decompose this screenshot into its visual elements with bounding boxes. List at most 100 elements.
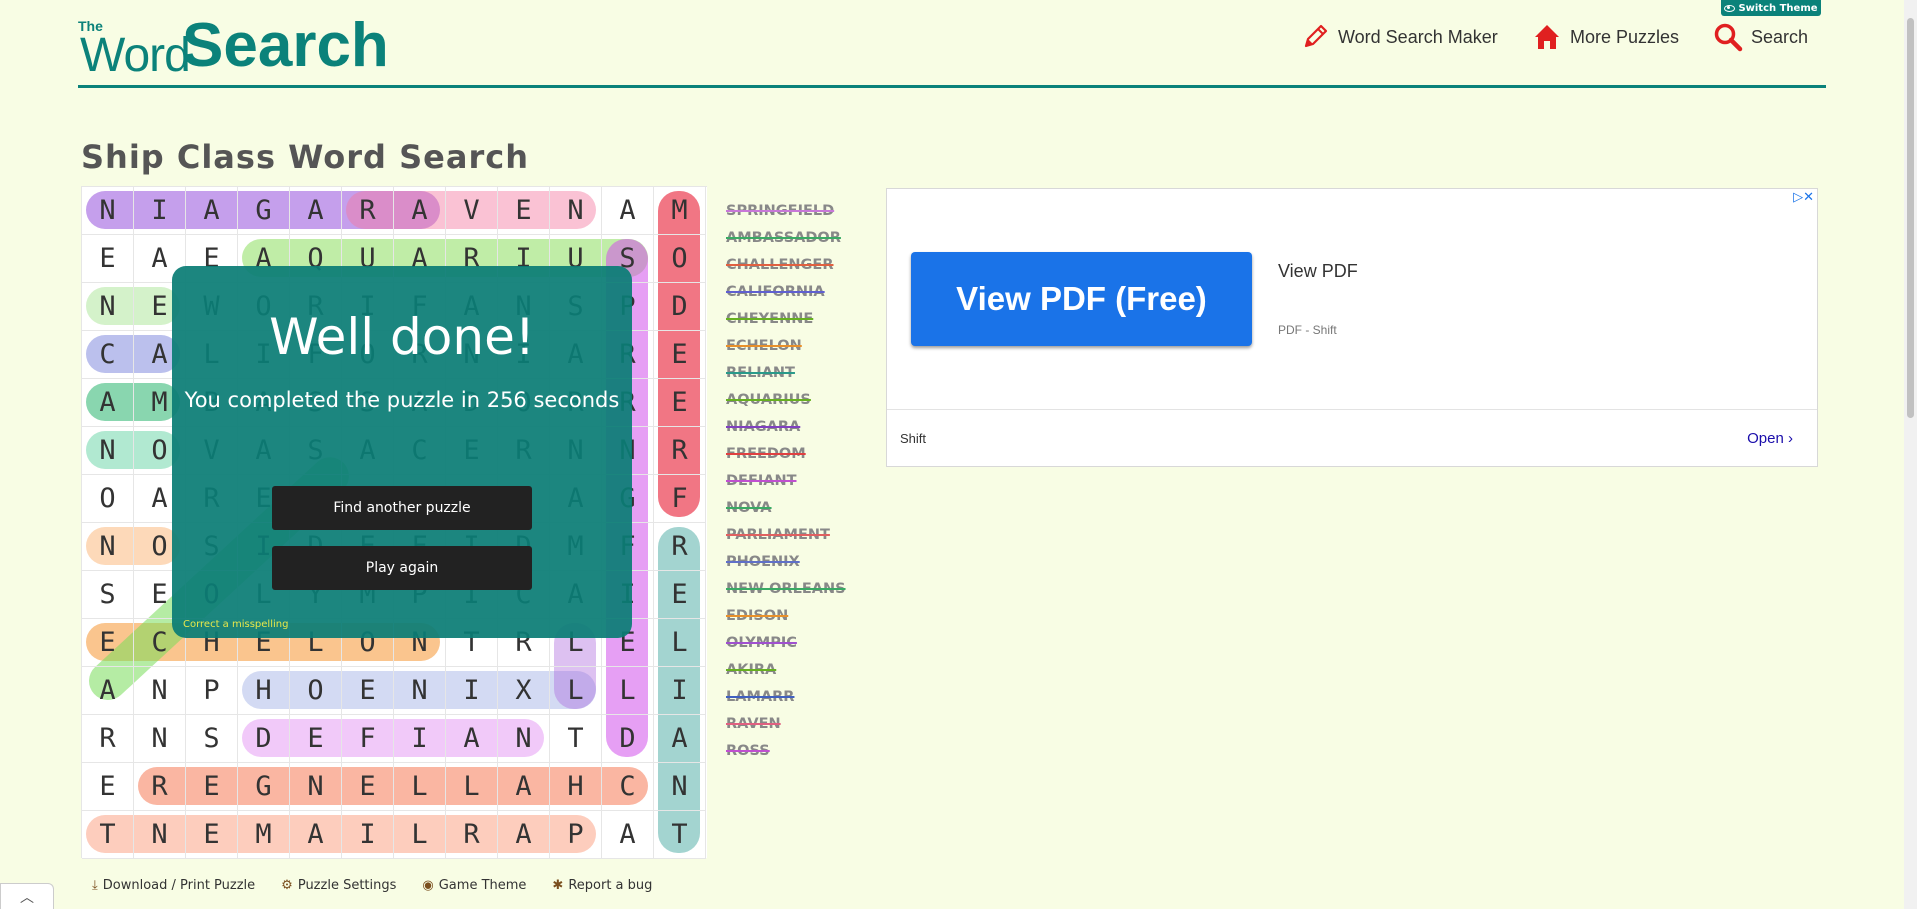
grid-cell[interactable]: A — [654, 715, 706, 763]
game-theme-link[interactable]: ◉ Game Theme — [422, 878, 526, 893]
nav-search[interactable]: Search — [1713, 22, 1808, 52]
grid-cell[interactable]: R — [82, 715, 134, 763]
grid-cell[interactable]: R — [134, 763, 186, 811]
grid-cell[interactable]: A — [498, 811, 550, 859]
grid-cell[interactable]: N — [394, 667, 446, 715]
grid-cell[interactable]: R — [654, 427, 706, 475]
grid-cell[interactable]: R — [654, 523, 706, 571]
grid-cell[interactable]: H — [550, 763, 602, 811]
grid-cell[interactable]: G — [238, 763, 290, 811]
download-print-link[interactable]: ⤓ Download / Print Puzzle — [92, 878, 255, 893]
grid-cell[interactable]: X — [498, 667, 550, 715]
grid-cell[interactable]: R — [446, 811, 498, 859]
ad-open-link[interactable]: Open › — [1747, 430, 1793, 447]
grid-cell[interactable]: R — [342, 187, 394, 235]
grid-cell[interactable]: N — [654, 763, 706, 811]
grid-cell[interactable]: C — [602, 763, 654, 811]
correct-misspelling-link[interactable]: Correct a misspelling — [183, 619, 288, 630]
grid-cell[interactable]: O — [290, 667, 342, 715]
ad-divider — [887, 409, 1817, 410]
grid-cell[interactable]: M — [238, 811, 290, 859]
grid-cell[interactable]: N — [134, 667, 186, 715]
grid-cell[interactable]: E — [186, 811, 238, 859]
grid-cell[interactable]: M — [654, 187, 706, 235]
grid-cell[interactable]: C — [82, 331, 134, 379]
puzzle-settings-link[interactable]: ⚙ Puzzle Settings — [281, 878, 396, 893]
grid-cell[interactable]: O — [82, 475, 134, 523]
grid-cell[interactable]: I — [446, 667, 498, 715]
grid-cell[interactable]: E — [82, 619, 134, 667]
collapse-button[interactable]: ︿ — [0, 883, 54, 909]
grid-cell[interactable]: A — [446, 715, 498, 763]
grid-cell[interactable]: E — [498, 187, 550, 235]
ad-view-pdf-button[interactable]: View PDF (Free) — [911, 252, 1252, 346]
grid-cell[interactable]: N — [82, 427, 134, 475]
grid-cell[interactable]: N — [82, 187, 134, 235]
switch-theme-button[interactable]: Switch Theme — [1721, 0, 1821, 16]
grid-cell[interactable]: S — [82, 571, 134, 619]
grid-cell[interactable]: H — [238, 667, 290, 715]
grid-cell[interactable]: I — [654, 667, 706, 715]
grid-cell[interactable]: L — [394, 811, 446, 859]
scrollbar[interactable] — [1904, 0, 1917, 909]
grid-cell[interactable]: L — [654, 619, 706, 667]
grid-cell[interactable]: T — [654, 811, 706, 859]
grid-cell[interactable]: O — [654, 235, 706, 283]
grid-cell[interactable]: D — [238, 715, 290, 763]
grid-cell[interactable]: T — [82, 811, 134, 859]
play-again-button[interactable]: Play again — [272, 546, 532, 590]
grid-cell[interactable]: L — [550, 667, 602, 715]
grid-cell[interactable]: E — [82, 235, 134, 283]
grid-cell[interactable]: A — [394, 187, 446, 235]
grid-cell[interactable]: E — [654, 331, 706, 379]
grid-cell[interactable]: I — [394, 715, 446, 763]
grid-cell[interactable]: E — [82, 763, 134, 811]
grid-cell[interactable]: E — [654, 571, 706, 619]
grid-cell[interactable]: A — [82, 379, 134, 427]
grid-cell[interactable]: A — [498, 763, 550, 811]
grid-cell[interactable]: A — [602, 187, 654, 235]
grid-cell[interactable]: N — [134, 715, 186, 763]
grid-cell[interactable]: P — [550, 811, 602, 859]
grid-cell[interactable]: A — [186, 187, 238, 235]
grid-cell[interactable]: A — [602, 811, 654, 859]
footer-link-label: Download / Print Puzzle — [102, 878, 256, 893]
ad-title[interactable]: View PDF — [1278, 261, 1358, 282]
grid-cell[interactable]: L — [602, 667, 654, 715]
grid-cell[interactable]: E — [342, 763, 394, 811]
grid-cell[interactable]: S — [186, 715, 238, 763]
grid-cell[interactable]: D — [654, 283, 706, 331]
grid-cell[interactable]: A — [290, 187, 342, 235]
grid-cell[interactable]: E — [290, 715, 342, 763]
grid-cell[interactable]: G — [238, 187, 290, 235]
grid-cell[interactable]: D — [602, 715, 654, 763]
report-bug-link[interactable]: ✱ Report a bug — [552, 878, 652, 893]
grid-cell[interactable]: L — [394, 763, 446, 811]
scrollbar-thumb[interactable] — [1907, 18, 1914, 418]
grid-cell[interactable]: L — [446, 763, 498, 811]
grid-cell[interactable]: F — [342, 715, 394, 763]
completion-dialog: Well done! You completed the puzzle in 2… — [172, 266, 632, 638]
find-another-puzzle-button[interactable]: Find another puzzle — [272, 486, 532, 530]
advertisement[interactable]: ▷✕ View PDF (Free) View PDF PDF - Shift … — [886, 188, 1818, 467]
grid-cell[interactable]: I — [342, 811, 394, 859]
grid-cell[interactable]: P — [186, 667, 238, 715]
grid-cell[interactable]: V — [446, 187, 498, 235]
grid-cell[interactable]: N — [134, 811, 186, 859]
grid-cell[interactable]: N — [290, 763, 342, 811]
grid-cell[interactable]: E — [342, 667, 394, 715]
grid-cell[interactable]: I — [134, 187, 186, 235]
nav-more-puzzles[interactable]: More Puzzles — [1532, 22, 1679, 52]
grid-cell[interactable]: E — [654, 379, 706, 427]
nav-word-search-maker[interactable]: Word Search Maker — [1300, 22, 1498, 52]
ad-choices-icon[interactable]: ▷✕ — [1793, 189, 1814, 205]
grid-cell[interactable]: N — [550, 187, 602, 235]
grid-cell[interactable]: N — [498, 715, 550, 763]
grid-cell[interactable]: A — [82, 667, 134, 715]
grid-cell[interactable]: F — [654, 475, 706, 523]
grid-cell[interactable]: A — [290, 811, 342, 859]
grid-cell[interactable]: N — [82, 523, 134, 571]
grid-cell[interactable]: N — [82, 283, 134, 331]
grid-cell[interactable]: E — [186, 763, 238, 811]
grid-cell[interactable]: T — [550, 715, 602, 763]
